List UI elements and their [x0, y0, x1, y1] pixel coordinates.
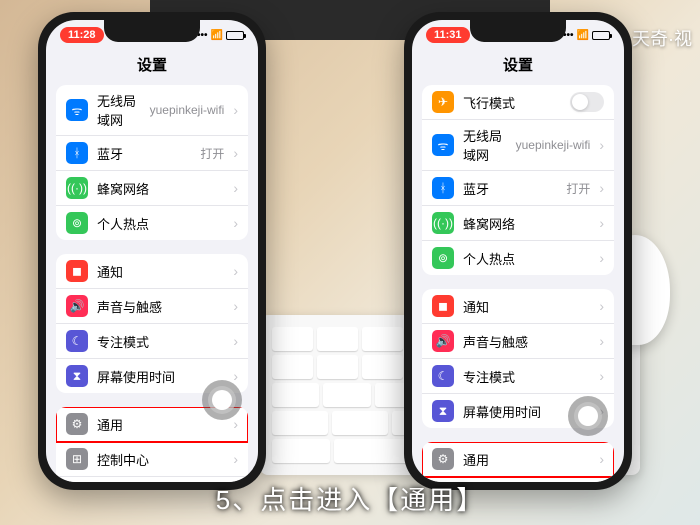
settings-row-focus[interactable]: ☾ 专注模式 › — [422, 359, 614, 394]
row-label: 专注模式 — [463, 367, 590, 386]
settings-row-sound[interactable]: 🔊 声音与触感 › — [422, 324, 614, 359]
bluetooth-icon: ᚼ — [432, 177, 454, 199]
status-icons: ••••📶 — [194, 30, 244, 41]
settings-row-notification[interactable]: ◼ 通知 › — [56, 254, 248, 289]
settings-row-general[interactable]: ⚙ 通用 › — [422, 442, 614, 477]
chevron-right-icon: › — [599, 250, 604, 266]
chevron-right-icon: › — [233, 263, 238, 279]
row-label: 声音与触感 — [463, 332, 590, 351]
sound-icon: 🔊 — [432, 330, 454, 352]
screentime-icon: ⧗ — [432, 400, 454, 422]
sound-icon: 🔊 — [66, 295, 88, 317]
chevron-right-icon: › — [233, 298, 238, 314]
phone-right: 11:31 ••••📶 设置 ✈ 飞行模式 ᯤ 无线局域网 yuepinkeji-wif… — [404, 12, 632, 490]
row-label: 蓝牙 — [463, 179, 557, 198]
settings-row-control[interactable]: ⊞ 控制中心 › — [56, 442, 248, 477]
page-title: 设置 — [412, 50, 624, 85]
settings-row-notification[interactable]: ◼ 通知 › — [422, 289, 614, 324]
settings-row-wifi[interactable]: ᯤ 无线局域网 yuepinkeji-wifi › — [422, 120, 614, 171]
status-time: 11:28 — [60, 27, 104, 43]
row-detail: 打开 — [566, 180, 590, 197]
row-detail: 打开 — [200, 145, 224, 162]
chevron-right-icon: › — [233, 333, 238, 349]
chevron-right-icon: › — [599, 137, 604, 153]
chevron-right-icon: › — [233, 416, 238, 432]
chevron-right-icon: › — [233, 451, 238, 467]
settings-row-airplane[interactable]: ✈ 飞行模式 — [422, 85, 614, 120]
row-label: 通知 — [463, 297, 590, 316]
row-label: 声音与触感 — [97, 297, 224, 316]
chevron-right-icon: › — [599, 180, 604, 196]
row-label: 无线局域网 — [97, 91, 141, 129]
settings-row-hotspot[interactable]: ⊚ 个人热点 › — [422, 241, 614, 275]
row-label: 蜂窝网络 — [463, 214, 590, 233]
watermark-top-right: 天奇·视 — [632, 25, 692, 51]
notification-icon: ◼ — [432, 295, 454, 317]
settings-row-hotspot[interactable]: ⊚ 个人热点 › — [56, 206, 248, 240]
row-label: 通知 — [97, 262, 224, 281]
settings-row-cellular[interactable]: ((·)) 蜂窝网络 › — [56, 171, 248, 206]
row-label: 蜂窝网络 — [97, 179, 224, 198]
chevron-right-icon: › — [599, 368, 604, 384]
chevron-right-icon: › — [233, 145, 238, 161]
status-icons: ••••📶 — [560, 30, 610, 41]
chevron-right-icon: › — [599, 333, 604, 349]
chevron-right-icon: › — [233, 215, 238, 231]
bluetooth-icon: ᚼ — [66, 142, 88, 164]
status-time: 11:31 — [426, 27, 470, 43]
caption-subtitle: 5、点击进入【通用】 — [0, 480, 700, 517]
chevron-right-icon: › — [599, 298, 604, 314]
row-detail: yuepinkeji-wifi — [150, 103, 225, 117]
notch — [104, 20, 200, 42]
general-icon: ⚙ — [432, 448, 454, 470]
settings-row-bluetooth[interactable]: ᚼ 蓝牙打开 › — [422, 171, 614, 206]
focus-icon: ☾ — [432, 365, 454, 387]
general-icon: ⚙ — [66, 413, 88, 435]
row-label: 个人热点 — [463, 249, 590, 268]
wifi-icon: ᯤ — [432, 134, 454, 156]
row-label: 通用 — [97, 415, 224, 434]
row-label: 通用 — [463, 450, 590, 469]
row-label: 屏幕使用时间 — [97, 367, 224, 386]
assistive-touch[interactable] — [568, 396, 608, 436]
row-label: 飞行模式 — [463, 93, 561, 112]
chevron-right-icon: › — [599, 215, 604, 231]
settings-row-sound[interactable]: 🔊 声音与触感 › — [56, 289, 248, 324]
row-label: 蓝牙 — [97, 144, 191, 163]
notch — [470, 20, 566, 42]
cellular-icon: ((·)) — [432, 212, 454, 234]
notification-icon: ◼ — [66, 260, 88, 282]
chevron-right-icon: › — [233, 368, 238, 384]
focus-icon: ☾ — [66, 330, 88, 352]
row-label: 控制中心 — [97, 450, 224, 469]
settings-row-bluetooth[interactable]: ᚼ 蓝牙打开 › — [56, 136, 248, 171]
page-title: 设置 — [46, 50, 258, 85]
screentime-icon: ⧗ — [66, 365, 88, 387]
row-detail: yuepinkeji-wifi — [516, 138, 591, 152]
cellular-icon: ((·)) — [66, 177, 88, 199]
toggle[interactable] — [570, 92, 604, 112]
settings-row-cellular[interactable]: ((·)) 蜂窝网络 › — [422, 206, 614, 241]
phone-left: 11:28 ••••📶 设置 ᯤ 无线局域网 yuepinkeji-wifi › ᚼ 蓝牙… — [38, 12, 266, 490]
airplane-icon: ✈ — [432, 91, 454, 113]
settings-row-focus[interactable]: ☾ 专注模式 › — [56, 324, 248, 359]
wifi-icon: ᯤ — [66, 99, 88, 121]
chevron-right-icon: › — [233, 180, 238, 196]
hotspot-icon: ⊚ — [66, 212, 88, 234]
row-label: 个人热点 — [97, 214, 224, 233]
control-icon: ⊞ — [66, 448, 88, 470]
hotspot-icon: ⊚ — [432, 247, 454, 269]
row-label: 无线局域网 — [463, 126, 507, 164]
chevron-right-icon: › — [599, 451, 604, 467]
assistive-touch[interactable] — [202, 380, 242, 420]
chevron-right-icon: › — [233, 102, 238, 118]
settings-row-wifi[interactable]: ᯤ 无线局域网 yuepinkeji-wifi › — [56, 85, 248, 136]
row-label: 专注模式 — [97, 332, 224, 351]
